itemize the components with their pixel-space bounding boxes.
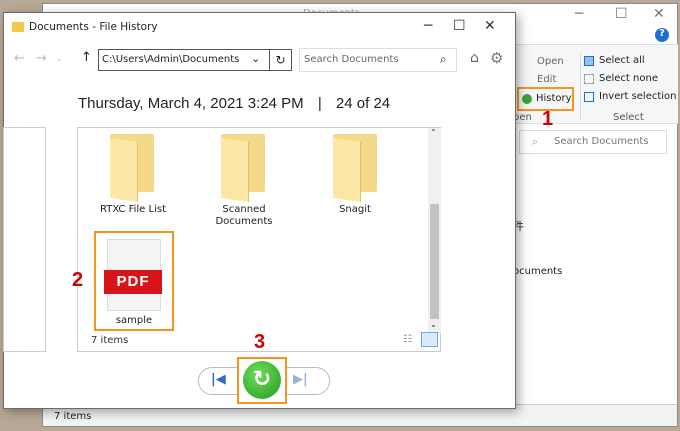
scroll-up-icon[interactable]: ⌃ xyxy=(430,128,437,137)
large-icons-view-icon[interactable] xyxy=(421,332,438,347)
file-item-sample[interactable]: PDF sample xyxy=(94,231,174,331)
maximize-button[interactable]: ☐ xyxy=(615,6,628,22)
invert-selection-icon xyxy=(584,92,594,102)
refresh-button[interactable]: ↻ xyxy=(269,49,292,71)
search-placeholder: Search Documents xyxy=(304,54,399,65)
pdf-icon: PDF xyxy=(104,239,162,311)
minimize-button[interactable]: ─ xyxy=(575,6,583,22)
minimize-button[interactable]: ─ xyxy=(424,18,432,34)
forward-button[interactable]: → xyxy=(36,51,47,66)
back-button[interactable]: ← xyxy=(14,51,25,66)
select-all-icon xyxy=(584,56,594,66)
folder-icon xyxy=(110,134,154,202)
navigation-pane xyxy=(3,127,46,352)
file-history-icon xyxy=(12,22,24,32)
next-version-button[interactable]: ▶| xyxy=(293,372,308,387)
file-list: RTXC File List Scanned Documents Snagit … xyxy=(77,127,441,352)
file-history-window: Documents - File History ─ ☐ ✕ ← → ⌄ ↑ C… xyxy=(3,12,516,409)
select-group-label: Select xyxy=(613,112,644,123)
home-icon[interactable]: ⌂ xyxy=(470,50,479,66)
folder-icon xyxy=(333,134,377,202)
recent-dropdown[interactable]: ⌄ xyxy=(56,54,63,63)
gear-icon[interactable]: ⚙ xyxy=(490,49,503,67)
status-item-count: 7 items xyxy=(91,335,129,346)
close-button[interactable]: ✕ xyxy=(484,18,496,34)
address-bar[interactable]: C:\Users\Admin\Documents ⌄ xyxy=(98,49,270,71)
file-name: sample xyxy=(115,315,153,326)
details-view-icon[interactable]: ☷ xyxy=(403,334,412,345)
open-button[interactable]: Open xyxy=(537,56,564,67)
select-all-button[interactable]: Select all xyxy=(599,55,645,66)
help-icon[interactable]: ? xyxy=(655,28,669,42)
folder-icon xyxy=(221,134,265,202)
version-header: Thursday, March 4, 2021 3:24 PM | 24 of … xyxy=(78,95,390,112)
version-date: Thursday, March 4, 2021 3:24 PM xyxy=(78,95,304,112)
file-item-rtxc-file-list[interactable]: RTXC File List xyxy=(78,204,188,216)
window-title: Documents - File History xyxy=(29,21,158,33)
step-2-label: 2 xyxy=(72,269,84,291)
file-item-snagit[interactable]: Snagit xyxy=(300,204,410,216)
address-path: C:\Users\Admin\Documents xyxy=(102,54,240,65)
history-icon xyxy=(522,94,532,104)
history-label: History xyxy=(536,93,572,104)
explorer-status: 7 items xyxy=(54,411,92,422)
invert-selection-button[interactable]: Invert selection xyxy=(599,91,677,102)
step-1-label: 1 xyxy=(542,108,554,130)
explorer-search-input[interactable]: ⌕ Search Documents xyxy=(519,130,667,154)
search-icon: ⌕ xyxy=(440,52,447,66)
edit-button[interactable]: Edit xyxy=(537,74,556,85)
search-placeholder: Search Documents xyxy=(554,136,649,147)
restore-button[interactable]: ↻ xyxy=(237,357,287,404)
step-3-label: 3 xyxy=(254,331,266,353)
close-button[interactable]: ✕ xyxy=(653,6,665,22)
search-icon: ⌕ xyxy=(532,135,539,148)
restore-icon: ↻ xyxy=(243,361,281,399)
scrollbar-thumb[interactable] xyxy=(430,204,439,319)
explorer-item-text: ocuments xyxy=(513,266,563,277)
chevron-down-icon[interactable]: ⌄ xyxy=(251,52,260,65)
scrollbar[interactable]: ⌃ ⌄ xyxy=(428,128,441,333)
previous-version-button[interactable]: |◀ xyxy=(211,372,226,387)
search-input[interactable]: Search Documents ⌕ xyxy=(299,48,457,72)
select-none-button[interactable]: Select none xyxy=(599,73,658,84)
file-item-scanned-documents[interactable]: Scanned Documents xyxy=(189,204,299,228)
maximize-button[interactable]: ☐ xyxy=(453,18,466,34)
scroll-down-icon[interactable]: ⌄ xyxy=(430,320,437,329)
pdf-badge: PDF xyxy=(104,270,162,294)
version-count: 24 of 24 xyxy=(335,95,391,112)
select-none-icon xyxy=(584,74,594,84)
up-button[interactable]: ↑ xyxy=(81,50,92,65)
separator: | xyxy=(317,95,322,112)
